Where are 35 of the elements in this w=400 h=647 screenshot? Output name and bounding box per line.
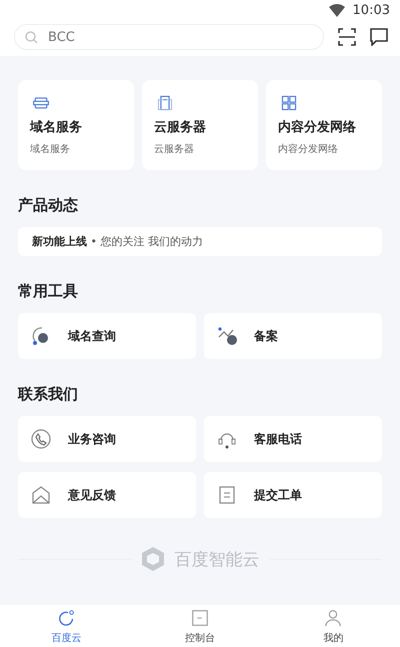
tab[interactable]: 百度云 <box>0 605 134 647</box>
contact-button[interactable]: 意见反馈 <box>18 472 196 518</box>
product-subtitle: 内容分发网络 <box>278 142 339 156</box>
tab[interactable]: 控制台 <box>133 605 267 647</box>
news-banner[interactable]: 新功能上线 • 您的关注 我们的动力 <box>18 227 382 256</box>
message-icon[interactable] <box>370 28 388 46</box>
tool-button[interactable]: 域名查询 <box>18 313 196 359</box>
search-icon <box>25 30 38 44</box>
envelope-icon <box>30 484 52 506</box>
tool-button[interactable]: 备案 <box>204 313 382 359</box>
product-card[interactable]: 域名服务 域名服务 <box>18 80 134 170</box>
product-title: 内容分发网络 <box>278 118 357 136</box>
section-title: 产品动态 <box>18 196 79 215</box>
logo-text: 百度智能云 <box>174 548 260 570</box>
person-icon <box>323 608 344 628</box>
contact-button[interactable]: 业务咨询 <box>18 416 196 462</box>
tab[interactable]: 我的 <box>266 605 400 647</box>
phone-icon <box>30 428 52 450</box>
product-subtitle: 云服务器 <box>154 143 195 156</box>
product-subtitle: 域名服务 <box>30 142 71 156</box>
product-card[interactable]: 内容分发网络 内容分发网络 <box>266 80 382 170</box>
section-title: 常用工具 <box>18 282 79 301</box>
console-icon <box>190 608 210 628</box>
section-title: 联系我们 <box>18 385 79 404</box>
cube-logo-icon <box>140 546 164 572</box>
wifi-icon <box>328 4 345 16</box>
contact-button[interactable]: 客服电话 <box>204 416 382 462</box>
contact-button[interactable]: 提交工单 <box>204 472 382 518</box>
scan-icon[interactable] <box>338 28 356 46</box>
product-title: 域名服务 <box>30 119 83 136</box>
clock-time: 10:03 <box>352 2 390 18</box>
product-title: 云服务器 <box>154 119 207 136</box>
search-bar[interactable]: BCC <box>14 24 324 50</box>
product-card[interactable]: 云服务器 云服务器 <box>142 80 258 170</box>
chart-icon <box>216 325 238 347</box>
